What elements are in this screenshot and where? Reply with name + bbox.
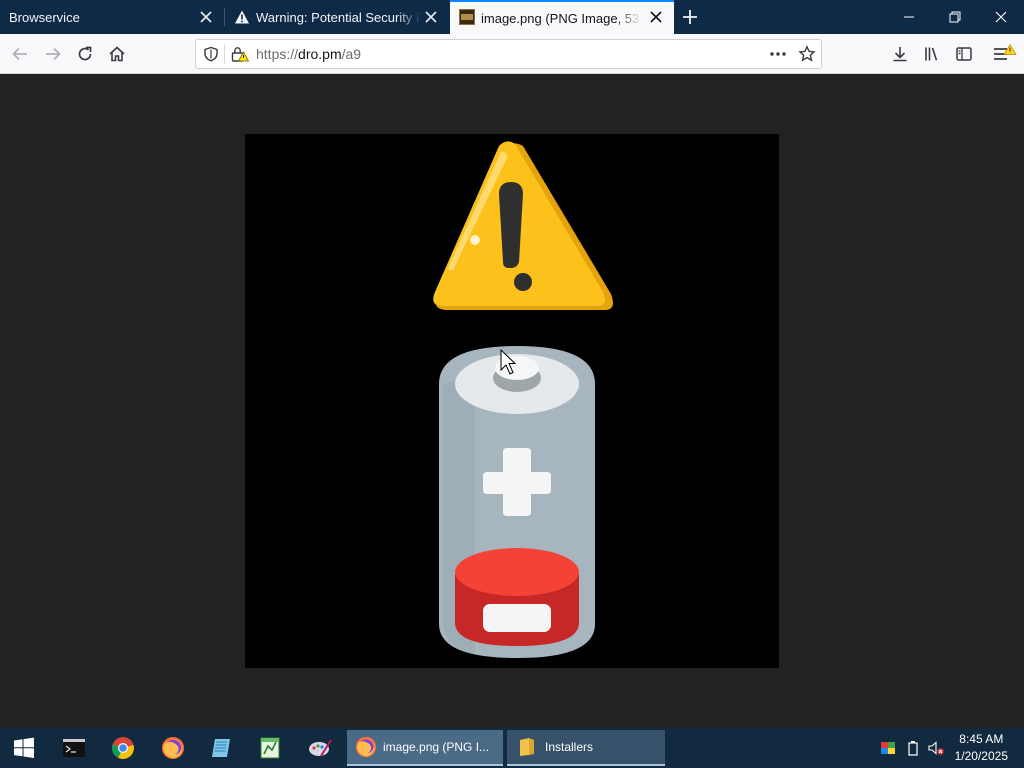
taskbar-command-prompt[interactable] [50,728,98,768]
system-clock[interactable]: 8:45 AM 1/20/2025 [955,731,1008,765]
taskbar-paint[interactable] [296,728,344,768]
close-tab-icon[interactable] [198,9,214,25]
downloads-button[interactable] [887,41,913,67]
forward-arrow-icon [46,47,61,61]
command-prompt-icon [63,739,85,757]
url-path: /a9 [341,46,362,62]
close-tab-icon[interactable] [648,9,664,25]
url-divider [224,44,225,64]
task-label: image.png (PNG I... [383,740,490,754]
paint-icon [309,739,332,757]
taskbar-notepad[interactable] [197,728,245,768]
sidebar-button[interactable] [951,41,977,67]
png-image[interactable] [245,134,779,668]
folder-icon [520,738,534,756]
taskbar: image.png (PNG I... Installers 8:45 AM 1… [0,728,1024,768]
reload-icon [78,46,92,61]
home-icon [109,46,125,62]
url-scheme: https:// [256,46,299,62]
chrome-icon [111,737,134,759]
back-arrow-icon [12,47,27,61]
taskbar-firefox[interactable] [149,728,197,768]
low-battery-icon [439,346,595,658]
bookmark-star-icon[interactable] [798,45,816,63]
start-button[interactable] [0,728,48,768]
url-text[interactable]: https://dro.pm/a9 [256,46,361,62]
tracking-protection-shield-icon[interactable] [203,46,219,62]
downloads-arrow-icon [893,47,907,62]
clock-time: 8:45 AM [959,732,1004,746]
library-icon [925,47,938,61]
warning-favicon-icon [235,10,249,24]
color-display-tray-icon[interactable] [880,740,896,756]
close-window-button[interactable] [978,0,1024,34]
tab-strip: Browservice Warning: Potential Security … [0,0,1024,34]
restore-button[interactable] [932,0,978,34]
taskbar-chrome[interactable] [99,728,147,768]
sidebar-icon [956,47,972,61]
reload-button[interactable] [72,41,98,67]
library-button[interactable] [919,41,945,67]
new-tab-plus-icon[interactable] [680,7,700,27]
clock-date: 1/20/2025 [954,749,1008,763]
forward-button[interactable] [40,41,66,67]
image-artwork [433,141,613,658]
navigation-toolbar: https://dro.pm/a9 [0,34,1024,74]
tab-label: image.png (PNG Image, 534 × 534 pixels) [481,10,641,26]
page-actions-ellipsis-icon[interactable] [769,47,787,61]
taskbar-task-firefox-image[interactable]: image.png (PNG I... [347,730,503,766]
taskbar-task-installers[interactable]: Installers [507,730,665,766]
spreadsheet-icon [260,737,280,759]
firefox-icon [355,736,377,758]
back-button[interactable] [7,41,33,67]
hamburger-menu-update-icon [994,43,1017,60]
tab-label: Browservice [9,9,80,25]
restore-icon [949,11,961,23]
close-tab-icon[interactable] [423,9,439,25]
url-host: dro.pm [298,46,342,62]
taskbar-spreadsheet[interactable] [246,728,294,768]
image-favicon-icon [459,9,475,25]
notepad-icon [212,739,230,757]
home-button[interactable] [104,41,130,67]
start-button-icon [14,737,34,758]
insecure-lock-warning-icon[interactable] [231,46,249,62]
close-icon [995,11,1007,23]
minimize-button[interactable] [886,0,932,34]
menu-button[interactable] [991,41,1017,67]
firefox-icon [162,737,184,759]
battery-tray-icon[interactable] [905,740,921,756]
page-content [0,74,1024,728]
speaker-muted-tray-icon[interactable] [928,740,944,756]
tab-label: Warning: Potential Security Risk Ahead [256,9,421,25]
warning-triangle-icon [433,141,613,310]
minimize-icon [904,16,914,18]
task-label: Installers [545,740,594,754]
tab-security-warning[interactable]: Warning: Potential Security Risk Ahead [225,0,449,34]
tab-image-png[interactable]: image.png (PNG Image, 534 × 534 pixels) [450,0,674,34]
url-bar[interactable]: https://dro.pm/a9 [195,39,822,69]
tab-browservice[interactable]: Browservice [0,0,224,34]
